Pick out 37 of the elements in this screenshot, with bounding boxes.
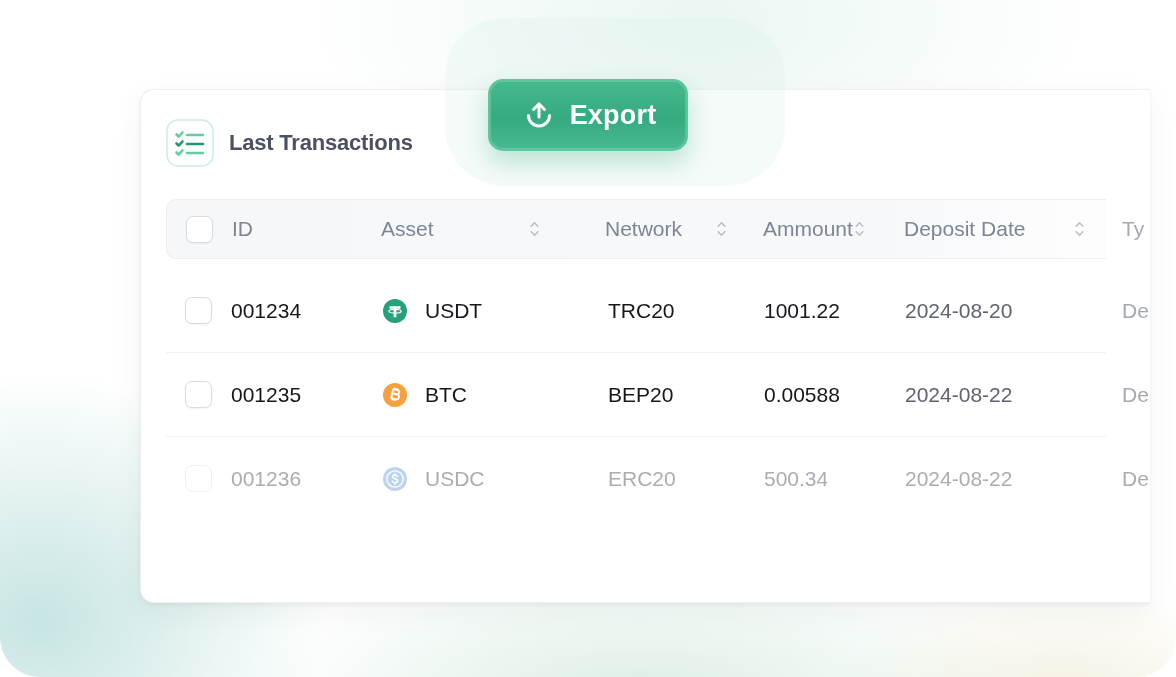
- sort-icon: [1075, 221, 1084, 237]
- asset-name: USDC: [425, 466, 485, 491]
- export-button[interactable]: Export: [488, 79, 688, 151]
- sort-icon: [530, 221, 539, 237]
- checkbox[interactable]: [185, 381, 212, 408]
- checklist-icon: [166, 119, 214, 167]
- column-header[interactable]: Network: [605, 217, 726, 241]
- asset-name: BTC: [425, 382, 467, 407]
- table-cell-text: 2024-08-22: [904, 382, 1013, 407]
- table-cell-text: 2024-08-20: [904, 298, 1013, 323]
- table-cell: De: [1121, 382, 1149, 407]
- table-cell-text: 1001.22: [763, 298, 840, 323]
- column-header[interactable]: Deposit Date: [904, 217, 1084, 241]
- table-cell-text: TRC20: [607, 298, 675, 323]
- sort-icon: [854, 221, 864, 237]
- table-cell-text: 2024-08-22: [904, 466, 1013, 491]
- table-cell-text: ERC20: [607, 466, 676, 491]
- bitcoin-icon: [383, 382, 407, 407]
- column-header[interactable]: Ammount: [763, 217, 864, 241]
- column-header[interactable]: Asset: [381, 217, 539, 241]
- card-title: Last Transactions: [229, 130, 413, 156]
- table-cell: De: [1121, 466, 1149, 491]
- table-cell: De: [1121, 298, 1149, 323]
- table-cell: 001236: [231, 466, 302, 491]
- table-cell-text: BEP20: [607, 382, 674, 407]
- checkbox[interactable]: [185, 297, 212, 324]
- table-cell: 001235: [231, 382, 302, 407]
- table-cell-text: 0.00588: [763, 382, 840, 407]
- table-cell: 001234: [231, 298, 302, 323]
- dollar-coin-icon: [383, 466, 407, 491]
- checkbox[interactable]: [186, 215, 213, 243]
- column-header: Ty: [1122, 217, 1145, 241]
- t-coin-icon: [383, 298, 407, 323]
- column-header: ID: [232, 217, 253, 241]
- table-cell-text: 500.34: [763, 466, 829, 491]
- asset-name: USDT: [425, 298, 483, 323]
- sort-icon: [717, 221, 726, 237]
